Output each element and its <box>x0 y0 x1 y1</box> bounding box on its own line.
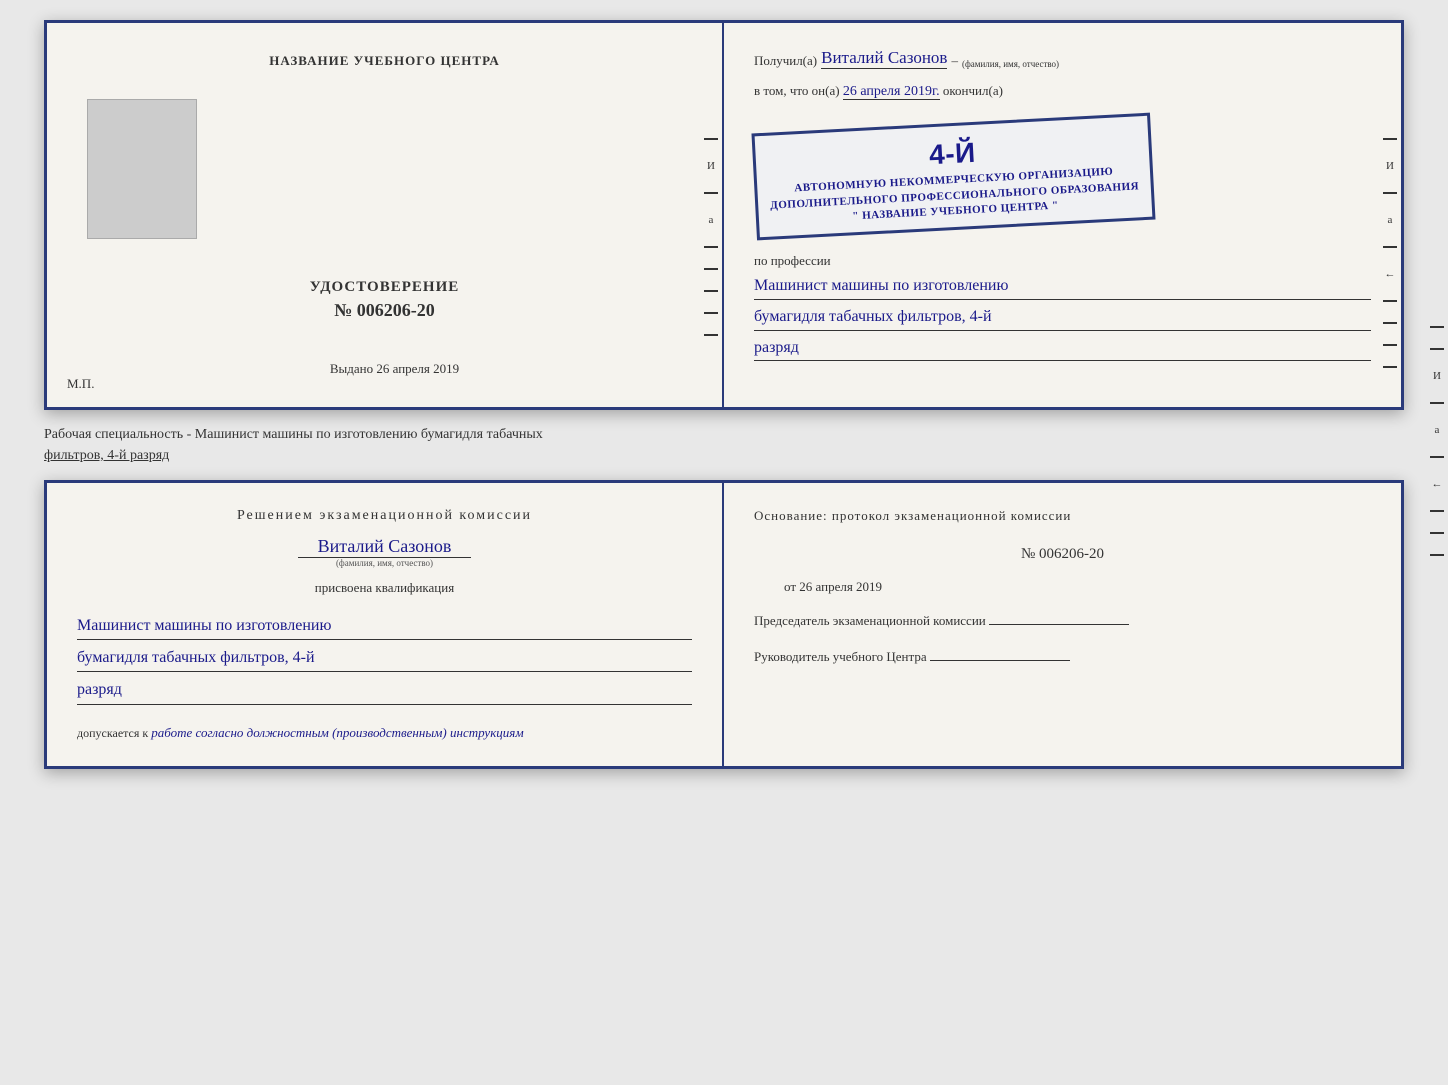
qual-line2: бумагидля табачных фильтров, 4-й <box>77 644 692 672</box>
poluchil-label: Получил(а) <box>754 53 817 69</box>
dopusk-label: допускается к <box>77 726 148 740</box>
okonchil-label: окончил(а) <box>943 83 1003 98</box>
school-name-title: НАЗВАНИЕ УЧЕБНОГО ЦЕНТРА <box>269 53 500 69</box>
vtom-date: 26 апреля 2019г. <box>843 84 940 100</box>
name-block: Виталий Сазонов (фамилия, имя, отчество) <box>77 536 692 568</box>
profession-line2: бумагидля табачных фильтров, 4-й <box>754 304 1371 331</box>
person-name: Виталий Сазонов <box>298 536 472 558</box>
vtom-prefix: в том, что он(а) <box>754 83 840 98</box>
rukovoditel-signature-line <box>930 660 1070 661</box>
recipient-name: Виталий Сазонов <box>821 48 947 69</box>
stamp: 4-й АВТОНОМНУЮ НЕКОММЕРЧЕСКУЮ ОРГАНИЗАЦИ… <box>751 113 1155 241</box>
bottom-left-page: Решением экзаменационной комиссии Витали… <box>47 483 724 766</box>
vydano-line: Выдано 26 апреля 2019 <box>310 361 459 377</box>
dash-4 <box>704 268 718 270</box>
mp-label: М.П. <box>67 376 94 392</box>
ot-date: 26 апреля 2019 <box>799 579 882 594</box>
prisvoena-label: присвоена квалификация <box>77 580 692 596</box>
top-right-page: Получил(а) Виталий Сазонов – (фамилия, и… <box>724 23 1401 407</box>
qual-line1: Машинист машины по изготовлению <box>77 612 692 640</box>
stamp-container: 4-й АВТОНОМНУЮ НЕКОММЕРЧЕСКУЮ ОРГАНИЗАЦИ… <box>754 118 1371 235</box>
qual-line3: разряд <box>77 676 692 704</box>
po-professii-label: по профессии <box>754 253 831 268</box>
specialty-main: Рабочая специальность - Машинист машины … <box>44 427 543 442</box>
top-left-page: НАЗВАНИЕ УЧЕБНОГО ЦЕНТРА УДОСТОВЕРЕНИЕ №… <box>47 23 724 407</box>
rd3 <box>1383 246 1397 248</box>
bottom-right-deco: И а ← <box>1430 326 1444 556</box>
profession-line3: разряд <box>754 335 1371 362</box>
qualification-block: Машинист машины по изготовлению бумагидл… <box>77 608 692 705</box>
dash-7 <box>704 334 718 336</box>
certificate-number: № 006206-20 <box>310 300 460 321</box>
predsedatel-signature-line <box>989 624 1129 625</box>
predsedatel-label: Председатель экзаменационной комиссии <box>754 613 986 628</box>
right-deco-2: И а ← <box>1383 138 1397 368</box>
specialty-underline: фильтров, 4-й разряд <box>44 448 169 463</box>
right-decorations: И а <box>704 138 718 336</box>
specialty-text-block: Рабочая специальность - Машинист машины … <box>44 422 1404 468</box>
profession-line1: Машинист машины по изготовлению <box>754 273 1371 300</box>
recipient-subtitle: (фамилия, имя, отчество) <box>962 59 1059 69</box>
dopusk-text: работе согласно должностным (производств… <box>151 725 523 740</box>
ot-prefix: от <box>784 579 796 594</box>
dopuskaetsya-line: допускается к работе согласно должностны… <box>77 725 692 741</box>
dash-5 <box>704 290 718 292</box>
rc-i: И <box>1386 160 1394 172</box>
rd2 <box>1383 192 1397 194</box>
rd6 <box>1383 344 1397 346</box>
name-subtitle: (фамилия, имя, отчество) <box>77 558 692 568</box>
osnov-label: Основание: протокол экзаменационной коми… <box>754 508 1371 524</box>
rukovoditel-label: Руководитель учебного Центра <box>754 649 927 664</box>
dash-3 <box>704 246 718 248</box>
dash-2 <box>704 192 718 194</box>
profession-block: по профессии Машинист машины по изготовл… <box>754 253 1371 361</box>
certificate-block: УДОСТОВЕРЕНИЕ № 006206-20 <box>310 279 460 321</box>
rukovoditel-block: Руководитель учебного Центра <box>754 647 1371 667</box>
bottom-right-page: Основание: протокол экзаменационной коми… <box>724 483 1401 766</box>
vtom-line: в том, что он(а) 26 апреля 2019г. окончи… <box>754 83 1371 100</box>
predsedatel-block: Председатель экзаменационной комиссии <box>754 611 1371 631</box>
protocol-number: № 006206-20 <box>754 546 1371 563</box>
top-booklet: НАЗВАНИЕ УЧЕБНОГО ЦЕНТРА УДОСТОВЕРЕНИЕ №… <box>44 20 1404 410</box>
rd7 <box>1383 366 1397 368</box>
rd5 <box>1383 322 1397 324</box>
char-i: И <box>707 160 715 172</box>
char-a: а <box>709 214 714 226</box>
rd4 <box>1383 300 1397 302</box>
dash-1 <box>704 138 718 140</box>
certificate-label: УДОСТОВЕРЕНИЕ <box>310 279 460 296</box>
bottom-booklet: Решением экзаменационной комиссии Витали… <box>44 480 1404 769</box>
recipient-line: Получил(а) Виталий Сазонов – (фамилия, и… <box>754 48 1371 69</box>
dash-6 <box>704 312 718 314</box>
rd1 <box>1383 138 1397 140</box>
vydano-date: 26 апреля 2019 <box>376 361 459 376</box>
vydano-label: Выдано <box>330 361 373 376</box>
rc-arrow: ← <box>1385 268 1396 280</box>
rc-a: а <box>1388 214 1393 226</box>
dash-recipient: – <box>951 53 958 69</box>
photo-placeholder <box>87 99 197 239</box>
ot-line: от 26 апреля 2019 <box>784 579 1371 595</box>
decision-title: Решением экзаменационной комиссии <box>77 508 692 524</box>
